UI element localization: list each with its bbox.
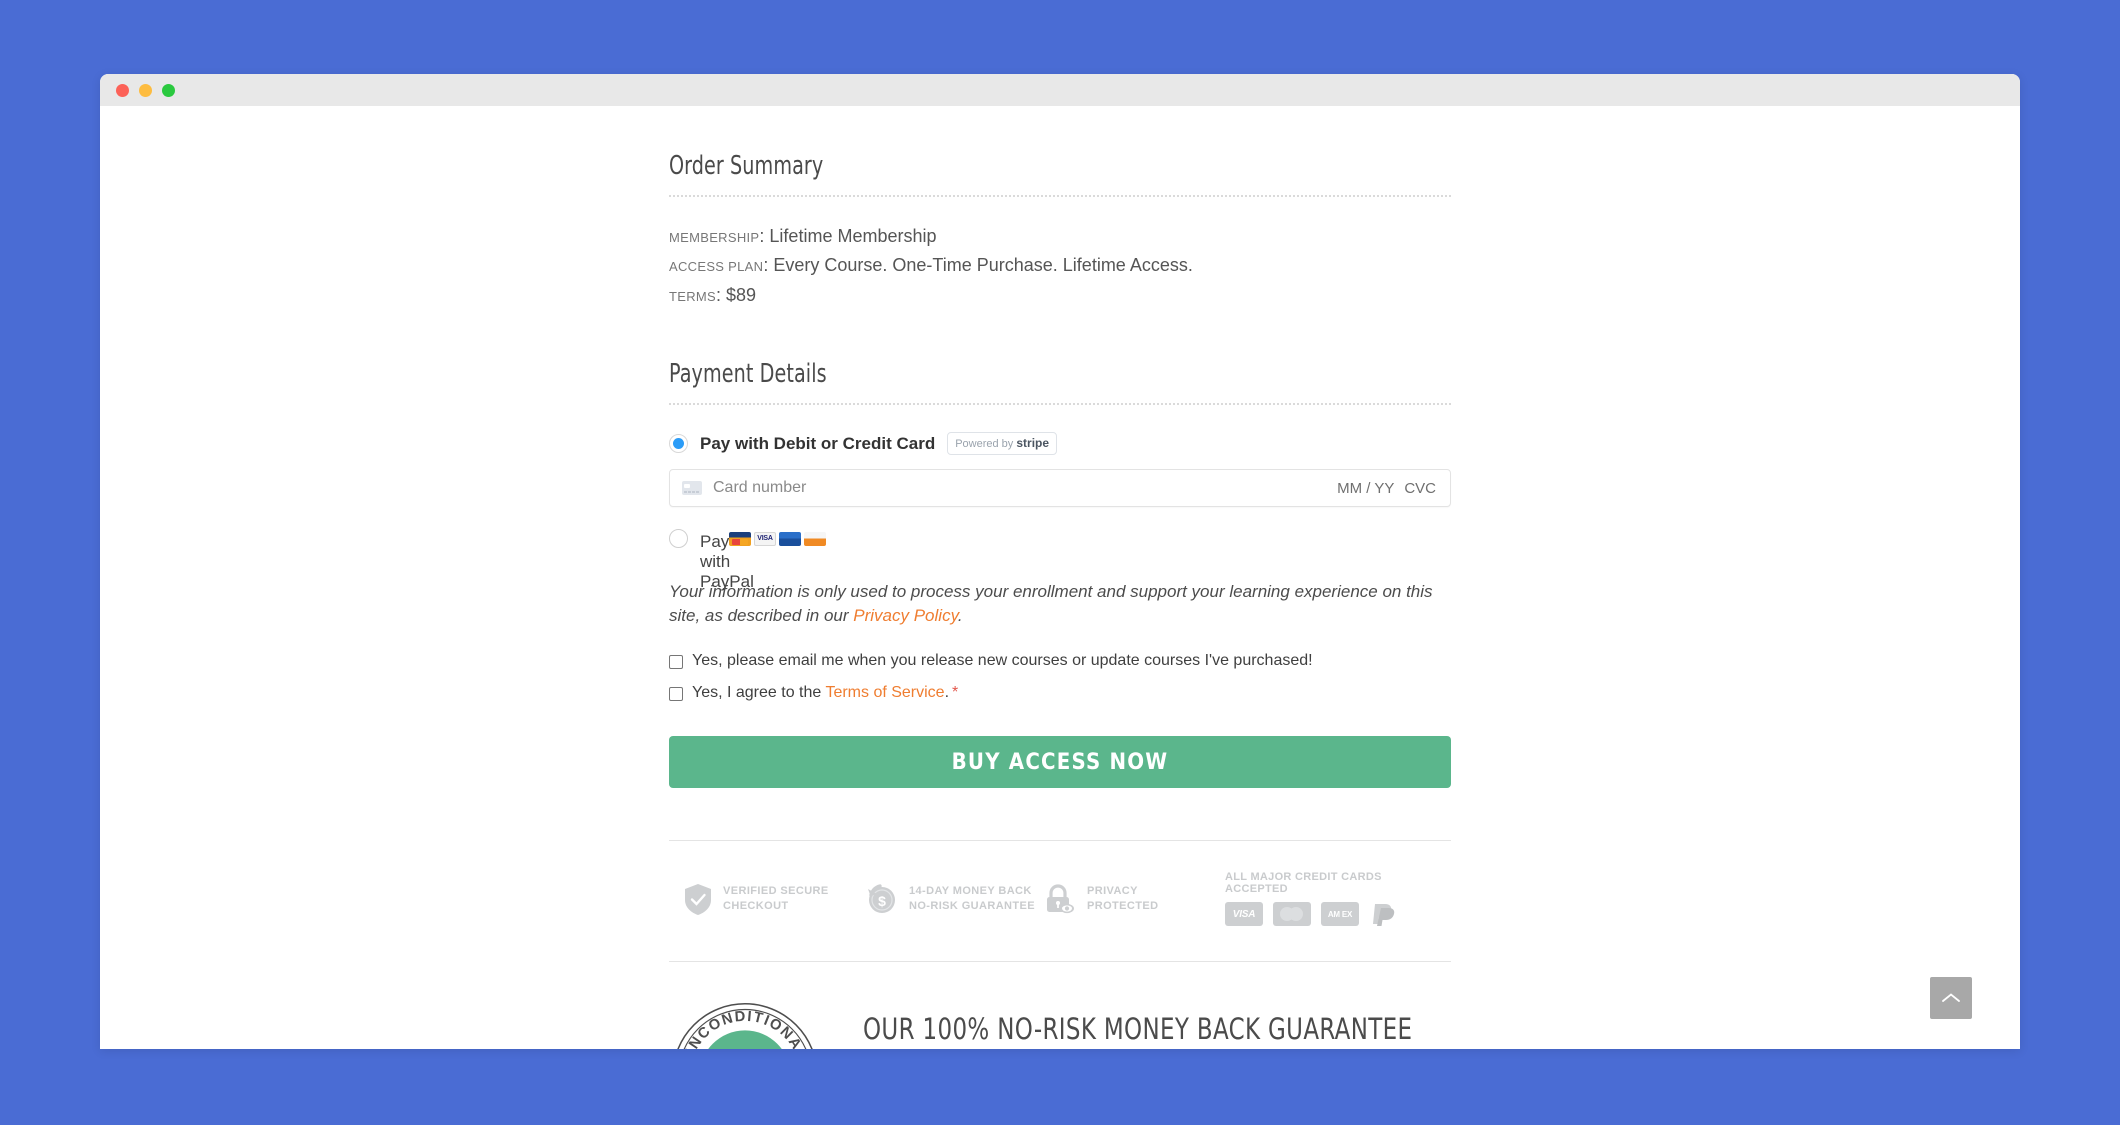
summary-label-access-plan: ACCESS PLAN: [669, 259, 764, 275]
trust-secure-line2: CHECKOUT: [723, 900, 789, 913]
minimize-window-button[interactable]: [139, 83, 152, 97]
trust-badge-privacy: PRIVACY PROTECTED: [1045, 884, 1225, 915]
payment-details-body: Pay with Debit or Credit Card Powered by…: [669, 405, 1451, 789]
consent-marketing-label: Yes, please email me when you release ne…: [692, 652, 1313, 670]
summary-row-terms: TERMS: $89: [669, 284, 757, 305]
checkout-column: Order Summary MEMBERSHIP: Lifetime Membe…: [669, 106, 1451, 1049]
browser-window: Order Summary MEMBERSHIP: Lifetime Membe…: [100, 74, 2020, 1049]
privacy-note-text-after: .: [957, 606, 963, 626]
svg-text:$: $: [878, 893, 886, 909]
trust-badges-row: VERIFIED SECURE CHECKOUT $ 14-DAY MONEY …: [669, 841, 1451, 961]
order-summary-title: Order Summary: [669, 151, 824, 181]
visa-card-icon: VISA: [754, 531, 776, 546]
payment-option-paypal-label: Pay with PayPal: [700, 532, 754, 592]
consent-row-terms[interactable]: Yes, I agree to the Terms of Service. *: [669, 684, 1451, 702]
consent-row-marketing[interactable]: Yes, please email me when you release ne…: [669, 652, 1451, 670]
amex-logo: AM EX: [1321, 902, 1359, 927]
consent-terms-label: Yes, I agree to the Terms of Service. *: [692, 684, 958, 702]
lock-eye-icon: [1047, 884, 1074, 913]
stripe-badge-prefix: Powered by: [955, 438, 1014, 451]
trust-badge-secure-checkout-text: VERIFIED SECURE CHECKOUT: [723, 884, 829, 915]
privacy-note: Your information is only used to process…: [669, 580, 1449, 628]
page-viewport: Order Summary MEMBERSHIP: Lifetime Membe…: [100, 106, 2020, 1049]
summary-value-access-plan: Every Course. One-Time Purchase. Lifetim…: [773, 255, 1193, 276]
guarantee-copy: OUR 100% NO-RISK MONEY BACK GUARANTEE We…: [863, 998, 1487, 1049]
consent-list: Yes, please email me when you release ne…: [669, 652, 1451, 702]
buy-access-now-button[interactable]: BUY ACCESS NOW: [669, 736, 1451, 789]
consent-terms-text-after: .: [944, 684, 950, 702]
summary-label-terms: TERMS: [669, 288, 716, 304]
card-number-field[interactable]: Card number MM / YY CVC: [669, 469, 1451, 508]
cards-accepted-logos: VISA AM EX: [1225, 901, 1435, 927]
radio-pay-with-paypal[interactable]: [669, 529, 688, 549]
stripe-badge-brand: stripe: [1016, 436, 1050, 451]
trust-badge-privacy-text: PRIVACY PROTECTED: [1087, 884, 1158, 915]
payment-option-paypal[interactable]: Pay with PayPal VISA: [669, 529, 1451, 592]
trust-secure-line1: VERIFIED SECURE: [723, 884, 829, 897]
paypal-accepted-logos: VISA: [729, 531, 826, 546]
consent-terms-text: Yes, I agree to the: [692, 684, 826, 702]
summary-label-membership: MEMBERSHIP: [669, 230, 760, 245]
trust-privacy-line1: PRIVACY: [1087, 884, 1138, 897]
summary-row-membership: MEMBERSHIP: Lifetime Membership: [669, 226, 937, 246]
blue-card-icon: [779, 531, 801, 546]
stripe-powered-badge: Powered by stripe: [947, 432, 1058, 456]
close-window-button[interactable]: [116, 83, 129, 97]
payment-option-card-label: Pay with Debit or Credit Card: [700, 433, 936, 453]
required-marker: *: [952, 684, 959, 702]
card-number-placeholder: Card number: [713, 479, 807, 497]
guarantee-heading: OUR 100% NO-RISK MONEY BACK GUARANTEE: [863, 1012, 1413, 1047]
summary-value-terms: $89: [726, 284, 757, 305]
trust-moneyback-line2: NO-RISK GUARANTEE: [909, 900, 1035, 913]
scroll-to-top-button[interactable]: [1930, 977, 1972, 1019]
order-summary-divider: [669, 195, 1451, 197]
terms-of-service-link[interactable]: Terms of Service: [825, 684, 944, 701]
mastercard-logo: [1273, 902, 1311, 927]
cards-accepted-block: ALL MAJOR CREDIT CARDS ACCEPTED VISA AM …: [1225, 871, 1435, 927]
payment-details-section: Payment Details Pay with Debit or Credit…: [669, 311, 1451, 789]
radio-pay-with-card[interactable]: [669, 434, 688, 454]
checkbox-terms-agree[interactable]: [669, 687, 683, 702]
paypal-logo: [1373, 904, 1395, 927]
order-summary-section: Order Summary MEMBERSHIP: Lifetime Membe…: [669, 106, 1451, 309]
trust-privacy-line2: PROTECTED: [1087, 900, 1159, 913]
summary-row-access-plan: ACCESS PLAN: Every Course. One-Time Purc…: [669, 255, 1193, 276]
trust-badge-secure-checkout: VERIFIED SECURE CHECKOUT: [685, 883, 865, 915]
paypal-mastercard-card-icon: [729, 531, 751, 546]
summary-value-membership: Lifetime Membership: [769, 226, 937, 246]
discover-card-icon: [804, 531, 826, 546]
visa-logo: VISA: [1225, 902, 1263, 927]
zoom-window-button[interactable]: [162, 83, 175, 97]
trust-badge-money-back: $ 14-DAY MONEY BACK NO-RISK GUARANTEE: [865, 883, 1045, 915]
guarantee-section: UNCONDITIONAL MONEY BACK GUARANTEE 14 DA…: [669, 962, 1451, 1049]
privacy-policy-link[interactable]: Privacy Policy: [853, 606, 958, 625]
chevron-up-icon: [1942, 993, 1960, 1002]
trust-moneyback-line1: 14-DAY MONEY BACK: [909, 884, 1032, 897]
cards-accepted-title: ALL MAJOR CREDIT CARDS ACCEPTED: [1225, 871, 1382, 896]
card-cvc-placeholder: CVC: [1404, 479, 1436, 497]
order-summary-lines: MEMBERSHIP: Lifetime Membership ACCESS P…: [669, 223, 1451, 309]
checkbox-marketing-optin[interactable]: [669, 655, 683, 670]
trust-badges-section: VERIFIED SECURE CHECKOUT $ 14-DAY MONEY …: [669, 840, 1451, 963]
payment-option-card[interactable]: Pay with Debit or Credit Card Powered by…: [669, 432, 1451, 456]
payment-details-title: Payment Details: [669, 359, 827, 390]
trust-badge-money-back-text: 14-DAY MONEY BACK NO-RISK GUARANTEE: [909, 884, 1035, 915]
browser-titlebar: [100, 74, 2020, 106]
seal-number: 14: [721, 1041, 770, 1049]
credit-card-icon: [682, 481, 702, 496]
money-back-guarantee-seal: UNCONDITIONAL MONEY BACK GUARANTEE 14 DA…: [669, 1000, 813, 1049]
privacy-note-text-before: Your information is only used to process…: [669, 582, 1433, 626]
money-back-coin-icon: $: [868, 884, 895, 914]
shield-check-icon: [685, 883, 711, 915]
card-expiry-placeholder: MM / YY: [1337, 479, 1395, 497]
